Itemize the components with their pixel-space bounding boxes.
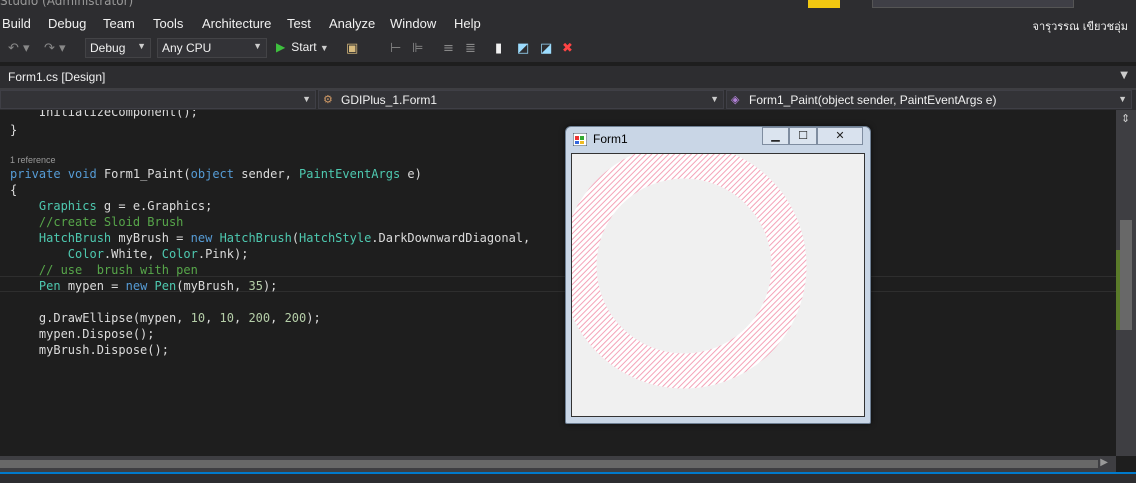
- hatched-ellipse: [561, 143, 807, 389]
- window-title: Studio (Administrator): [0, 0, 134, 8]
- quick-launch-input[interactable]: [872, 0, 1074, 8]
- document-tab-bar: Form1.cs [Design] ▼: [0, 66, 1136, 90]
- menu-team[interactable]: Team: [103, 16, 135, 31]
- menu-window[interactable]: Window: [390, 16, 436, 31]
- platform-select[interactable]: Any CPU ▼: [157, 38, 267, 58]
- horizontal-scrollbar[interactable]: ▶: [0, 456, 1116, 472]
- code-line: //create Sloid Brush: [38, 215, 184, 229]
- step-icon[interactable]: ⊢: [390, 41, 401, 56]
- menu-build[interactable]: Build: [2, 16, 31, 31]
- code-line: Pen mypen = new Pen(myBrush, 35);: [38, 279, 278, 293]
- bookmark-icon[interactable]: ▮: [495, 41, 502, 56]
- code-line: Color.White, Color.Pink);: [67, 247, 249, 261]
- comment-icon[interactable]: ≡: [443, 41, 454, 56]
- form-title: Form1: [593, 132, 628, 146]
- menu-test[interactable]: Test: [287, 16, 311, 31]
- project-select[interactable]: ▼: [0, 90, 316, 109]
- code-line: // use brush with pen: [38, 263, 198, 277]
- code-line: mypen.Dispose();: [10, 327, 155, 341]
- status-bar: [0, 472, 1136, 483]
- menu-analyze[interactable]: Analyze: [329, 16, 375, 31]
- navigation-bar: ▼ ⚙ GDIPlus_1.Form1 ▼ ◈ Form1_Paint(objec…: [0, 90, 1136, 110]
- close-button[interactable]: ✕: [817, 127, 863, 145]
- code-line: Graphics g = e.Graphics;: [38, 199, 213, 213]
- scroll-thumb[interactable]: [0, 460, 1098, 468]
- prev-bookmark-icon[interactable]: ◩: [517, 41, 529, 56]
- vertical-scrollbar[interactable]: ⇕: [1116, 110, 1136, 456]
- method-icon: ◈: [731, 94, 740, 106]
- attach-icon[interactable]: ▣: [346, 41, 358, 56]
- tab-form1-design[interactable]: Form1.cs [Design]: [0, 66, 114, 88]
- notification-flag-icon[interactable]: [808, 0, 840, 8]
- code-line: HatchBrush myBrush = new HatchBrush(Hatc…: [38, 231, 531, 245]
- menu-tools[interactable]: Tools: [153, 16, 183, 31]
- title-bar: Studio (Administrator): [0, 0, 1136, 10]
- code-editor[interactable]: InitializeComponent(); } 1 reference pri…: [0, 110, 1116, 456]
- code-line: {: [10, 183, 18, 197]
- menu-help[interactable]: Help: [454, 16, 481, 31]
- format-icon[interactable]: ⊫: [412, 41, 423, 56]
- code-line: InitializeComponent();: [10, 110, 198, 119]
- undo-icon[interactable]: ↶ ▾: [8, 41, 30, 56]
- scroll-thumb[interactable]: [1120, 220, 1132, 330]
- user-name[interactable]: จารุวรรณ เขียวชอุ่ม: [1033, 17, 1128, 35]
- member-select[interactable]: ◈ Form1_Paint(object sender, PaintEventA…: [726, 90, 1132, 109]
- next-bookmark-icon[interactable]: ◪: [540, 41, 552, 56]
- tab-list-dropdown-icon[interactable]: ▼: [1120, 70, 1128, 81]
- code-line: myBrush.Dispose();: [10, 343, 169, 357]
- form-app-icon: [573, 133, 587, 146]
- ellipse-ring: [561, 143, 807, 389]
- clear-bookmarks-icon[interactable]: ✖: [562, 41, 573, 56]
- form1-window[interactable]: Form1 ▁ ☐ ✕: [561, 126, 871, 424]
- class-icon: ⚙: [323, 94, 333, 106]
- uncomment-icon[interactable]: ≣: [465, 41, 476, 56]
- minimize-button[interactable]: ▁: [762, 127, 789, 145]
- scroll-right-icon[interactable]: ▶: [1100, 457, 1108, 468]
- code-line: g.DrawEllipse(mypen, 10, 10, 200, 200);: [10, 311, 321, 325]
- menu-bar: Build Debug Team Tools Architecture Test…: [0, 10, 1136, 36]
- code-line: private void Form1_Paint(object sender, …: [10, 167, 422, 181]
- toolbar: ↶ ▾ ↷ ▾ Debug ▼ Any CPU ▼ ▣ ⊢ ⊫ ≡ ≣ ▮ ◩ ◪ …: [0, 36, 1136, 62]
- menu-architecture[interactable]: Architecture: [202, 16, 271, 31]
- split-icon[interactable]: ⇕: [1121, 112, 1130, 125]
- class-select[interactable]: ⚙ GDIPlus_1.Form1 ▼: [318, 90, 724, 109]
- start-button[interactable]: ▶ Start ▼: [276, 40, 329, 54]
- redo-icon[interactable]: ↷ ▾: [44, 41, 66, 56]
- menu-debug[interactable]: Debug: [48, 16, 86, 31]
- code-line: }: [10, 123, 18, 137]
- maximize-button[interactable]: ☐: [789, 127, 817, 145]
- configuration-select[interactable]: Debug ▼: [85, 38, 151, 58]
- play-icon: ▶: [276, 40, 286, 54]
- form-client-area: [561, 143, 865, 417]
